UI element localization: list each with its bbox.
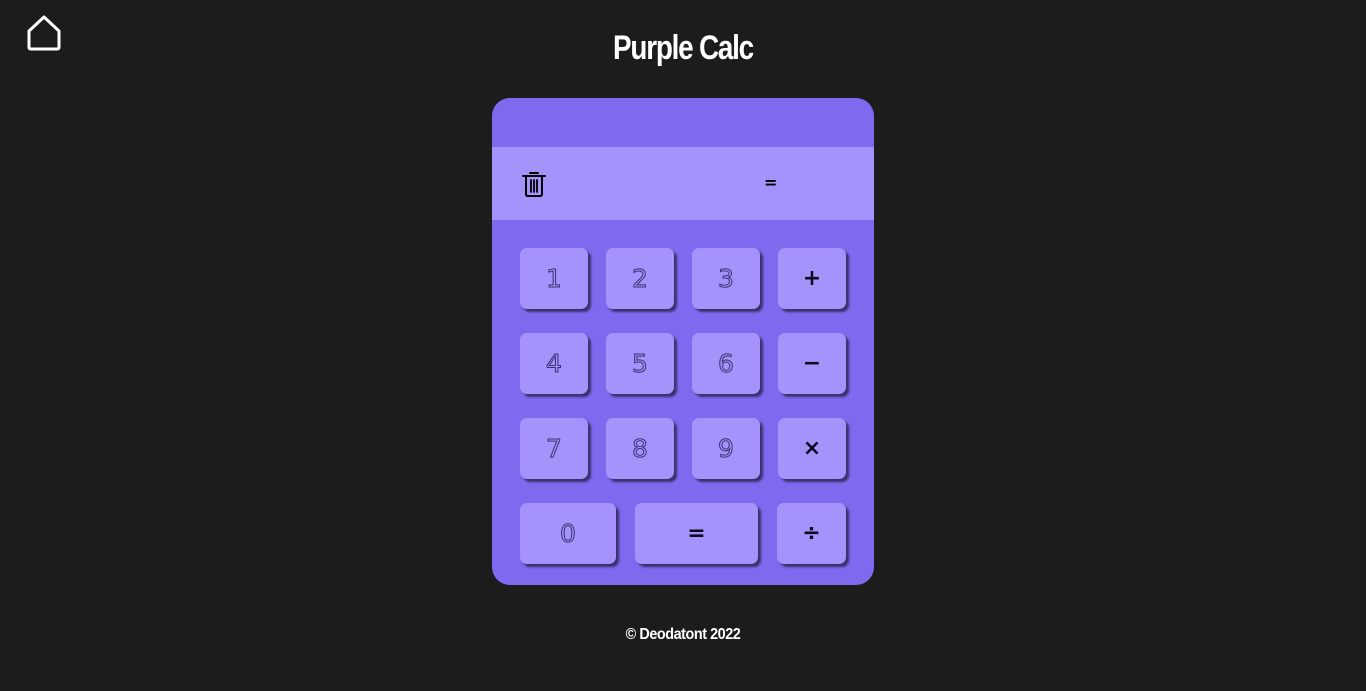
key-divide[interactable]: ÷ bbox=[777, 503, 846, 564]
key-4[interactable]: 4 bbox=[520, 333, 588, 394]
key-1-label: 1 bbox=[546, 264, 563, 294]
key-6[interactable]: 6 bbox=[692, 333, 760, 394]
key-5-label: 5 bbox=[632, 349, 649, 379]
display-panel: = bbox=[492, 147, 874, 220]
key-4-label: 4 bbox=[546, 349, 563, 379]
trash-icon[interactable] bbox=[521, 170, 547, 198]
key-times-label: × bbox=[802, 436, 822, 461]
page-title: Purple Calc bbox=[613, 29, 754, 67]
key-5[interactable]: 5 bbox=[606, 333, 674, 394]
key-7-label: 7 bbox=[546, 434, 563, 464]
key-3-label: 3 bbox=[718, 264, 735, 294]
key-0[interactable]: 0 bbox=[520, 503, 616, 564]
key-9-label: 9 bbox=[718, 434, 735, 464]
key-0-label: 0 bbox=[560, 519, 577, 549]
key-9[interactable]: 9 bbox=[692, 418, 760, 479]
key-times[interactable]: × bbox=[778, 418, 846, 479]
key-8-label: 8 bbox=[632, 434, 649, 464]
key-2-label: 2 bbox=[632, 264, 649, 294]
key-minus-label: − bbox=[802, 351, 822, 376]
calculator: = 1 2 3 + 4 5 6 − 7 8 9 × 0 = ÷ bbox=[492, 98, 874, 585]
key-plus-label: + bbox=[802, 266, 822, 291]
key-minus[interactable]: − bbox=[778, 333, 846, 394]
result-display: = bbox=[764, 173, 778, 192]
key-6-label: 6 bbox=[718, 349, 735, 379]
home-icon[interactable] bbox=[24, 13, 64, 53]
key-8[interactable]: 8 bbox=[606, 418, 674, 479]
key-1[interactable]: 1 bbox=[520, 248, 588, 309]
footer-copyright: © Deodatont 2022 bbox=[625, 626, 741, 643]
key-plus[interactable]: + bbox=[778, 248, 846, 309]
key-2[interactable]: 2 bbox=[606, 248, 674, 309]
key-equals[interactable]: = bbox=[635, 503, 758, 564]
key-equals-label: = bbox=[687, 521, 706, 546]
key-divide-label: ÷ bbox=[802, 521, 821, 546]
key-7[interactable]: 7 bbox=[520, 418, 588, 479]
key-3[interactable]: 3 bbox=[692, 248, 760, 309]
